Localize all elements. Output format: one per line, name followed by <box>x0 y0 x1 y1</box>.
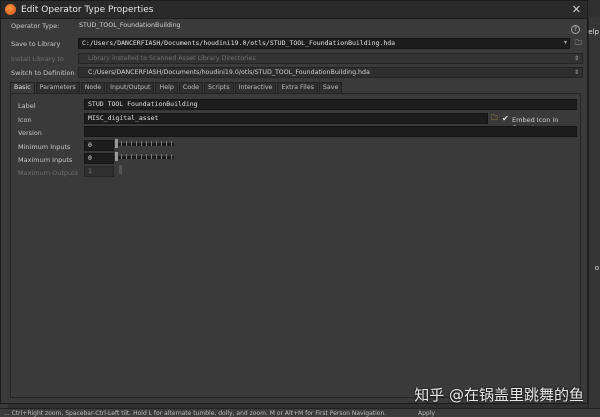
background-apply-button[interactable]: Apply <box>418 410 435 417</box>
edit-operator-type-dialog: Edit Operator Type Properties ✕ Operator… <box>0 0 588 404</box>
combo-arrows-icon: ⇕ <box>573 69 579 76</box>
install-library-combo: Library installed to Scanned Asset Libra… <box>78 53 583 64</box>
label-field-label: Label <box>18 102 36 110</box>
max-inputs-slider-ticks <box>116 154 174 159</box>
close-icon[interactable]: ✕ <box>572 3 581 16</box>
watermark-text: 知乎 @在锅盖里跳舞的鱼 <box>414 386 584 404</box>
embed-icon-checkbox[interactable]: ✔ <box>502 115 510 123</box>
max-outputs-label: Maximum Outputs <box>18 169 79 177</box>
basic-tab-panel <box>10 93 581 398</box>
install-library-label: Install Library to <box>11 55 64 63</box>
max-inputs-slider-handle[interactable] <box>115 152 118 161</box>
tab-input-output[interactable]: Input/Output <box>106 82 155 93</box>
icon-field-label: Icon <box>18 116 32 124</box>
dialog-title: Edit Operator Type Properties <box>21 4 154 15</box>
background-help-label: elp <box>588 28 599 36</box>
tab-interactive[interactable]: Interactive <box>234 82 277 93</box>
version-field[interactable] <box>84 126 577 137</box>
min-inputs-field[interactable]: 0 <box>84 140 114 151</box>
property-tabs: Basic Parameters Node Input/Output Help … <box>10 82 343 93</box>
tab-node[interactable]: Node <box>80 82 106 93</box>
background-right-panel <box>588 18 600 408</box>
max-inputs-label: Maximum Inputs <box>18 156 73 164</box>
operator-type-label: Operator Type: <box>11 22 60 30</box>
tab-code[interactable]: Code <box>178 82 203 93</box>
icon-field[interactable]: MISC_digital_asset <box>84 113 488 124</box>
tab-parameters[interactable]: Parameters <box>35 82 80 93</box>
background-status-bar: ... Ctrl+Right zoom, Spacebar-Ctrl-Left … <box>0 408 600 417</box>
tab-scripts[interactable]: Scripts <box>203 82 234 93</box>
help-icon[interactable]: ? <box>571 25 580 34</box>
tab-basic[interactable]: Basic <box>10 82 35 93</box>
version-label: Version <box>18 129 42 137</box>
dialog-titlebar[interactable]: Edit Operator Type Properties ✕ <box>1 1 587 19</box>
switch-to-definition-combo[interactable]: C:/Users/DANCERFIASH/Documents/houdini19… <box>78 67 583 78</box>
switch-to-definition-value: C:/Users/DANCERFIASH/Documents/houdini19… <box>88 69 370 76</box>
min-inputs-slider-ticks <box>116 141 174 146</box>
save-to-library-label: Save to Library <box>11 40 61 48</box>
install-library-value: Library installed to Scanned Asset Libra… <box>88 55 256 62</box>
min-inputs-slider-handle[interactable] <box>115 139 118 148</box>
tab-extra-files[interactable]: Extra Files <box>277 82 318 93</box>
file-browse-icon[interactable]: 🗀 <box>574 39 583 48</box>
tab-help[interactable]: Help <box>155 82 178 93</box>
icon-browse-icon[interactable]: 🗀 <box>490 114 499 123</box>
switch-to-definition-label: Switch to Definition <box>11 69 75 77</box>
max-inputs-field[interactable]: 0 <box>84 153 114 164</box>
save-to-library-field[interactable]: C:/Users/DANCERFIASH/Documents/houdini19… <box>78 38 570 49</box>
houdini-logo-icon <box>5 4 16 15</box>
operator-type-value: STUD_TOOL_FoundationBuilding <box>79 22 181 29</box>
combo-arrows-icon: ⇕ <box>573 55 579 62</box>
min-inputs-label: Minimum Inputs <box>18 143 71 151</box>
max-outputs-slider-handle <box>119 165 122 174</box>
tab-save[interactable]: Save <box>318 82 343 93</box>
viewport-hint-text: ... Ctrl+Right zoom, Spacebar-Ctrl-Left … <box>4 410 387 417</box>
background-right-label: o <box>594 264 599 272</box>
label-field[interactable]: STUD TOOL FoundationBuilding <box>84 99 577 110</box>
max-outputs-field: 1 <box>84 166 114 177</box>
